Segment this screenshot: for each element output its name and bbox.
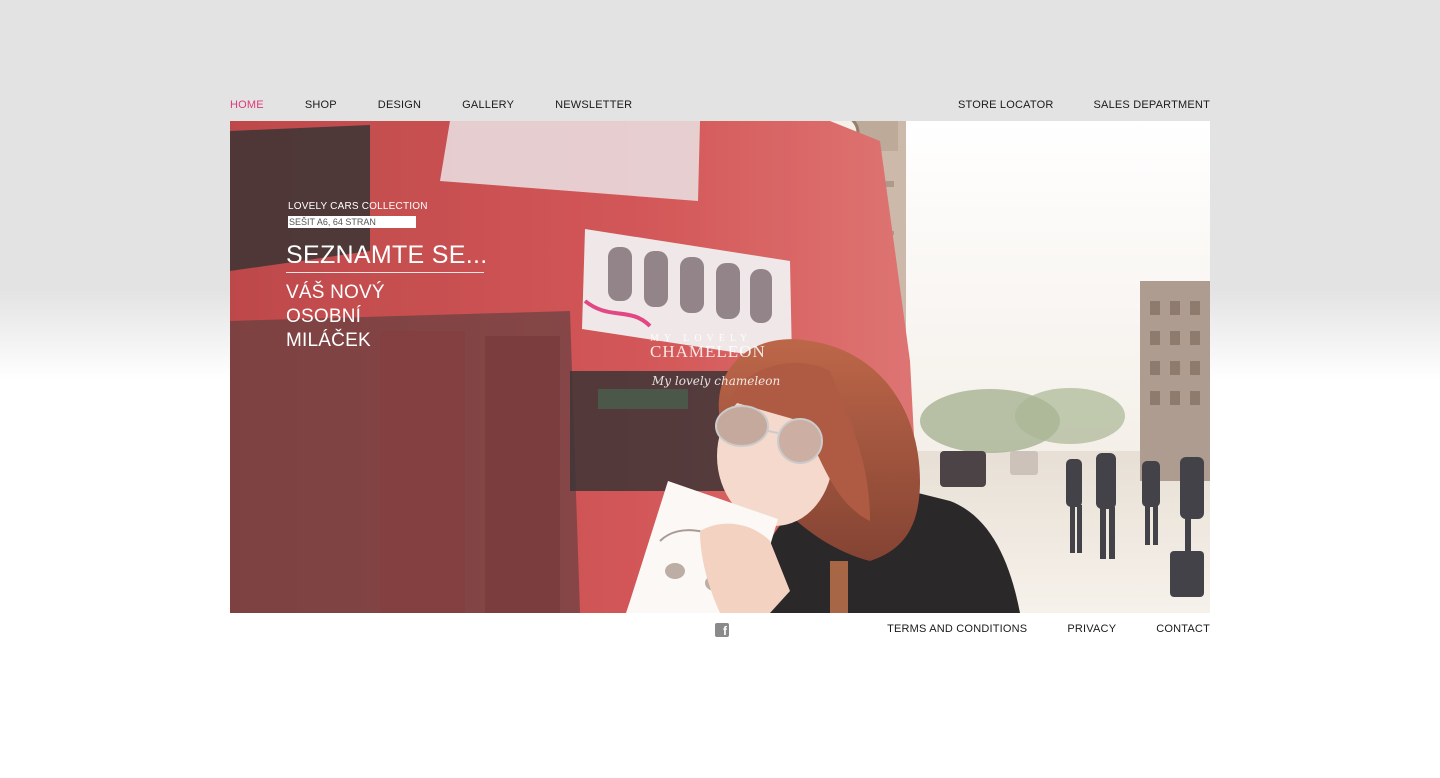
hero-tagline: VÁŠ NOVÝ OSOBNÍ MILÁČEK: [286, 281, 487, 353]
hero-headline: SEZNAMTE SE...: [286, 241, 488, 269]
footer-nav: TERMS AND CONDITIONS PRIVACY CONTACT: [847, 623, 1210, 635]
nav-gallery[interactable]: GALLERY: [462, 99, 514, 111]
collection-label: LOVELY CARS COLLECTION: [288, 201, 428, 212]
nav-design[interactable]: DESIGN: [378, 99, 421, 111]
hero-copy: LOVELY CARS COLLECTION SEŠIT A6, 64 STRA…: [286, 201, 487, 353]
nav-newsletter[interactable]: NEWSLETTER: [555, 99, 632, 111]
headline-underline: [286, 272, 484, 273]
brand-logo: MY LOVELY CHAMELEON My lovely chameleon: [650, 333, 780, 388]
footer-contact-link[interactable]: CONTACT: [1156, 623, 1210, 635]
tagline-line: MILÁČEK: [286, 330, 371, 351]
tagline-line: OSOBNÍ: [286, 306, 362, 327]
hero-banner[interactable]: LOVELY CARS COLLECTION SEŠIT A6, 64 STRA…: [230, 121, 1210, 613]
tagline-line: VÁŠ NOVÝ: [286, 282, 385, 303]
nav-shop[interactable]: SHOP: [305, 99, 337, 111]
nav-home[interactable]: HOME: [230, 99, 264, 111]
footer-privacy-link[interactable]: PRIVACY: [1067, 623, 1116, 635]
secondary-nav: STORE LOCATOR SALES DEPARTMENT: [918, 98, 1210, 112]
brand-main-text: CHAMELEON: [650, 342, 766, 361]
main-nav: HOME SHOP DESIGN GALLERY NEWSLETTER: [230, 98, 632, 112]
product-subtitle: SEŠIT A6, 64 STRAN: [288, 216, 416, 228]
brand-signature: My lovely chameleon: [652, 374, 781, 388]
facebook-icon[interactable]: f: [715, 623, 729, 638]
nav-store-locator[interactable]: STORE LOCATOR: [958, 99, 1054, 111]
nav-sales-department[interactable]: SALES DEPARTMENT: [1094, 99, 1211, 111]
footer-terms-link[interactable]: TERMS AND CONDITIONS: [887, 623, 1027, 635]
